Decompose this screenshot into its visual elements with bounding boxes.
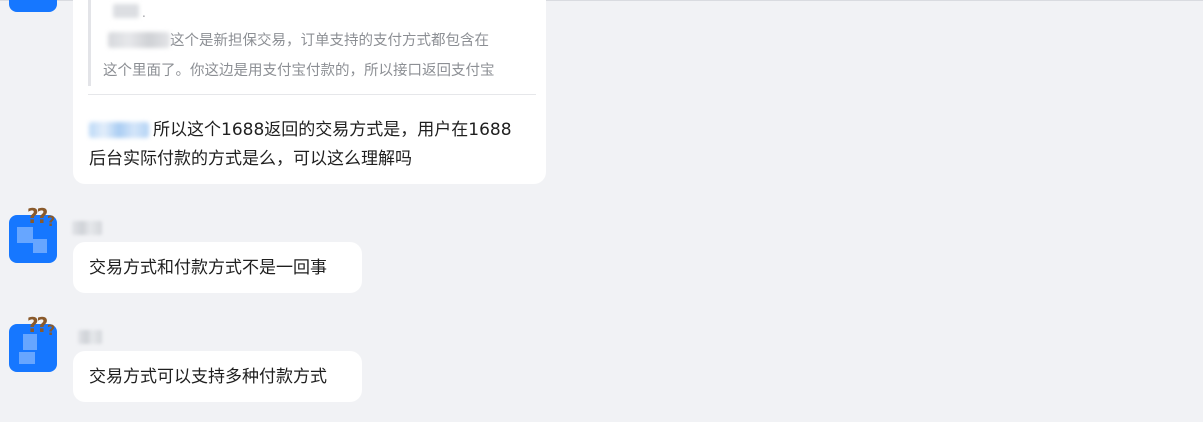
sender-name <box>78 330 102 344</box>
avatar-mosaic <box>33 239 47 253</box>
question-marks-icon: ?? <box>27 313 48 337</box>
avatar-mosaic <box>17 227 33 243</box>
sender-name <box>72 221 102 235</box>
message-text: 交易方式和付款方式不是一回事 <box>89 258 327 278</box>
quote-divider <box>88 94 536 95</box>
quote-line-2: 这个里面了。你这边是用支付宝付款的，所以接口返回支付宝 <box>103 63 495 79</box>
question-mark-small-icon: ? <box>47 214 55 230</box>
question-mark-small-icon: ? <box>47 323 55 339</box>
message-bubble[interactable]: 交易方式可以支持多种付款方式 <box>73 351 362 402</box>
avatar-mosaic <box>19 352 35 364</box>
message-text: 所以这个1688返回的交易方式是，用户在1688 <box>153 120 512 140</box>
mention-blur <box>89 122 149 138</box>
quote-mention-blur <box>108 32 170 48</box>
quote-dot: . <box>142 6 146 20</box>
quote-text: 这个是新担保交易，订单支持的支付方式都包含在 <box>170 33 489 49</box>
question-marks-icon: ?? <box>27 204 48 228</box>
message-text: 交易方式可以支持多种付款方式 <box>89 367 327 387</box>
quote-sender-name <box>113 4 139 18</box>
message-text-line-2: 后台实际付款的方式是么，可以这么理解吗 <box>89 149 412 169</box>
message-text-line-1: 所以这个1688返回的交易方式是，用户在1688 <box>89 116 512 144</box>
quoted-message[interactable]: . 这个是新担保交易，订单支持的支付方式都包含在 这个里面了。你这边是用支付宝付… <box>88 0 536 86</box>
quote-line-1: 这个是新担保交易，订单支持的支付方式都包含在 <box>108 31 489 51</box>
message-bubble[interactable]: 交易方式和付款方式不是一回事 <box>73 242 362 293</box>
